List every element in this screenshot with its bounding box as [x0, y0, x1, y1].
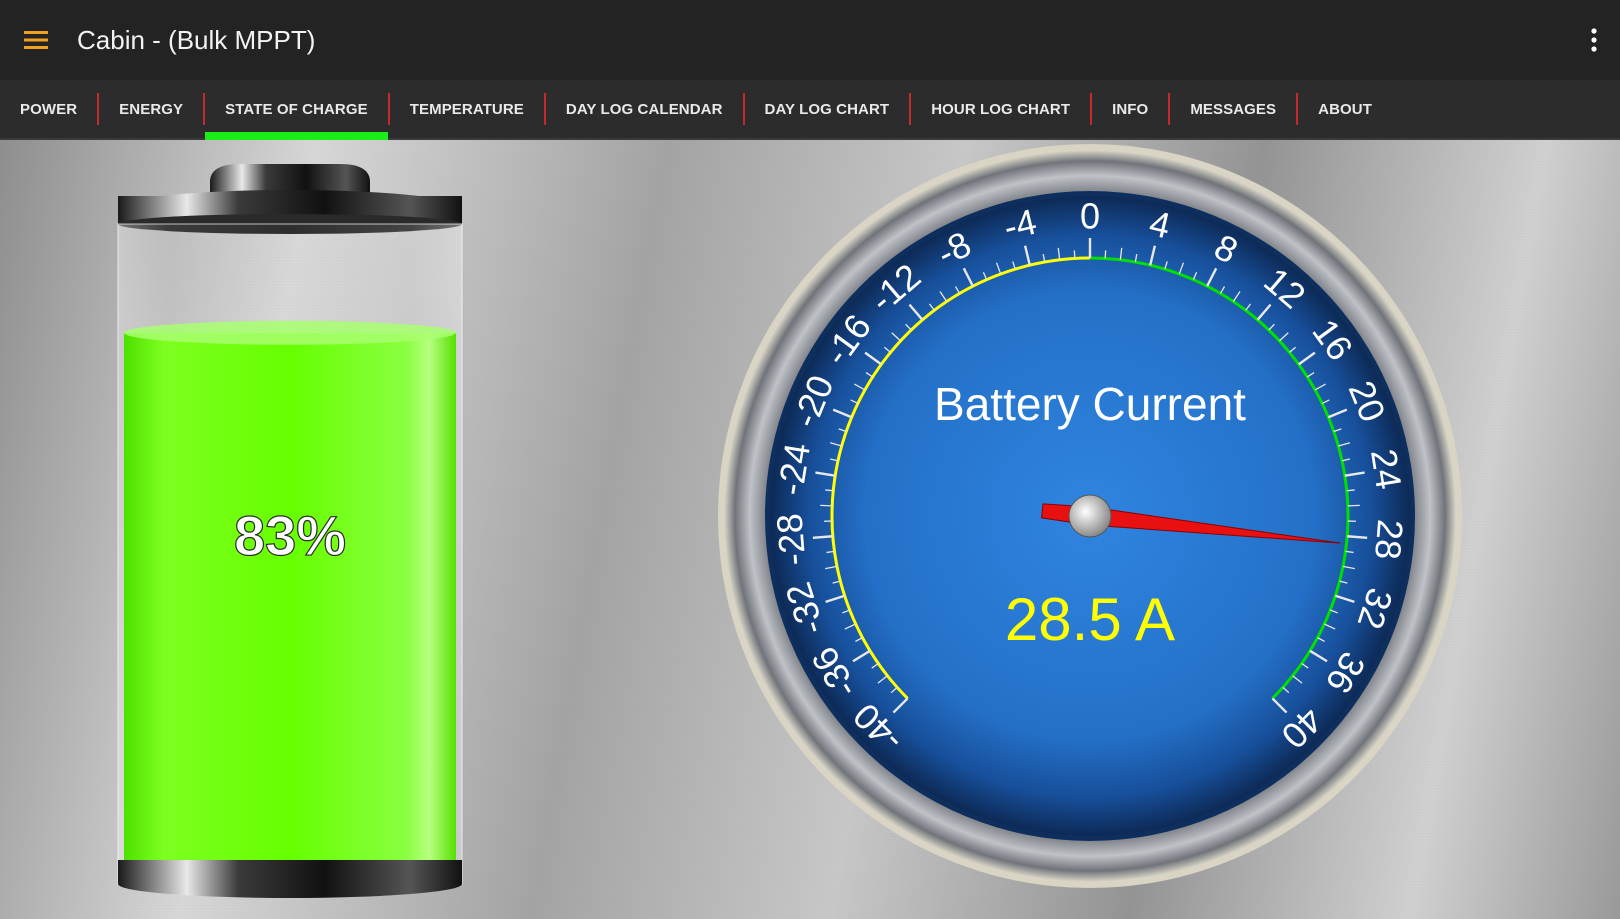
- gauge-tick-label: 24: [1363, 446, 1410, 492]
- state-of-charge-panel: 83% -40 -36 -32-28 -24 -20 -16 -12 -8 -4…: [0, 140, 1620, 919]
- menu-button[interactable]: [18, 24, 54, 56]
- app-title: Cabin - (Bulk MPPT): [77, 25, 316, 55]
- gauge-tick-label: 28: [1367, 518, 1411, 561]
- tab-about[interactable]: ABOUT: [1298, 80, 1392, 138]
- battery-charge-fill: [124, 332, 456, 864]
- hamburger-menu-icon: [24, 31, 48, 49]
- gauge-title: Battery Current: [934, 378, 1246, 430]
- tab-day-log-calendar[interactable]: DAY LOG CALENDAR: [546, 80, 743, 138]
- tab-bar: POWER ENERGY STATE OF CHARGE TEMPERATURE…: [0, 80, 1620, 140]
- tab-list: POWER ENERGY STATE OF CHARGE TEMPERATURE…: [0, 80, 1392, 140]
- gauge-minor-tick: [825, 489, 834, 492]
- battery-graphic: 83%: [117, 164, 463, 898]
- gauge-tick-label: -24: [769, 440, 818, 498]
- gauge-minor-tick: [1346, 489, 1355, 492]
- gauge-needle-hub: [1068, 494, 1112, 538]
- tab-power[interactable]: POWER: [0, 80, 97, 138]
- app-bar: Cabin - (Bulk MPPT): [0, 0, 1620, 80]
- tab-info[interactable]: INFO: [1092, 80, 1168, 138]
- battery-percent-label: 83%: [234, 504, 346, 567]
- tab-hour-log-chart[interactable]: HOUR LOG CHART: [911, 80, 1090, 138]
- gauge-value-label: 28.5 A: [1005, 586, 1175, 653]
- gauge-major-tick: [1347, 535, 1368, 540]
- tab-temperature[interactable]: TEMPERATURE: [390, 80, 544, 138]
- overflow-menu-button[interactable]: [1582, 24, 1606, 56]
- gauge-tick-label: -28: [768, 512, 813, 567]
- gauge-tick-label: 0: [1080, 196, 1100, 237]
- tab-energy[interactable]: ENERGY: [99, 80, 203, 138]
- more-vert-icon: [1591, 28, 1597, 52]
- battery-terminal: [210, 164, 370, 192]
- tab-state-of-charge[interactable]: STATE OF CHARGE: [205, 80, 388, 140]
- gauge-major-tick: [812, 535, 833, 540]
- battery-current-gauge: -40-36-32-28-24-20-16-12-8 -4 0 48121620242…: [718, 144, 1462, 888]
- tab-day-log-chart[interactable]: DAY LOG CHART: [745, 80, 910, 138]
- battery-charge-surface: [124, 320, 456, 345]
- tab-messages[interactable]: MESSAGES: [1170, 80, 1296, 138]
